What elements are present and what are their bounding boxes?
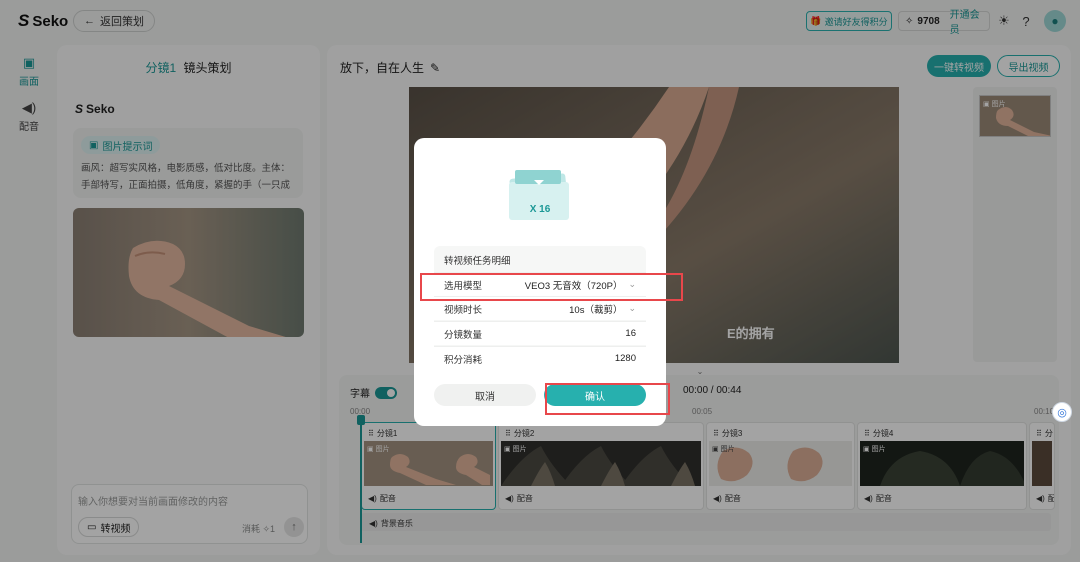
assistant-float-icon[interactable]: ◎: [1052, 402, 1072, 422]
duration-value: 10s（裁剪）: [569, 304, 623, 316]
detail-title: 转视频任务明细: [444, 256, 511, 267]
shot-count-row: 分镜数量 16: [434, 321, 646, 345]
row-label: 分镜数量: [444, 329, 483, 341]
cancel-button[interactable]: 取消: [434, 384, 536, 406]
row-label: 视频时长: [444, 304, 483, 316]
highlight-box-model: [420, 273, 683, 301]
duration-select[interactable]: 10s（裁剪） ⌄: [569, 302, 636, 316]
film-stack-illustration: X 16: [505, 168, 575, 226]
highlight-box-confirm: [545, 383, 670, 415]
chevron-down-icon: ⌄: [628, 303, 636, 313]
multiplier-label: X 16: [529, 204, 551, 215]
credit-cost-value: 1280: [614, 353, 636, 364]
film-stack-icon: [509, 170, 569, 220]
shot-count-value: 16: [625, 328, 636, 339]
credit-cost-row: 积分消耗 1280: [434, 346, 646, 370]
row-label: 积分消耗: [444, 354, 483, 366]
task-detail-box: 转视频任务明细 选用模型 VEO3 无音效（720P） ⌄ 视频时长 10s（裁…: [434, 246, 646, 370]
